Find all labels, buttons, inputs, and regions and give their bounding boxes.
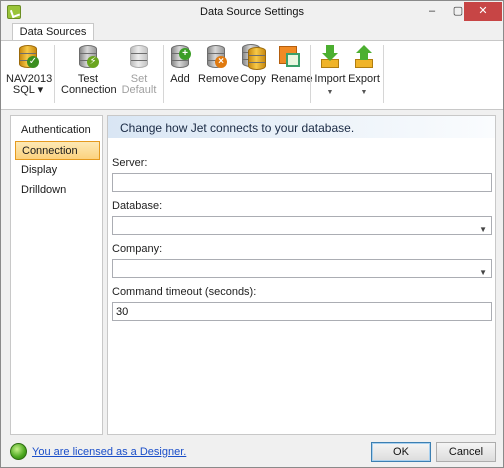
export-dropdown-icon[interactable]: ▼ (348, 87, 380, 98)
copy-button[interactable]: Copy (239, 44, 267, 85)
title-bar: Data Source Settings ‒ ▢ ✕ (1, 1, 503, 23)
nav2013-sql-button[interactable]: ✓ NAV2013 SQL ▾ (6, 44, 52, 96)
connection-label: Connection (61, 84, 117, 96)
rename-button[interactable]: Rename (271, 44, 313, 85)
export-icon (351, 44, 377, 70)
database-label: Database: (112, 200, 163, 212)
copy-label: Copy (240, 73, 266, 85)
cancel-button[interactable]: Cancel (436, 442, 496, 462)
import-icon (317, 44, 343, 70)
rename-icon (276, 44, 302, 70)
server-label: Server: (112, 157, 148, 169)
nav-item-display[interactable]: Display (15, 161, 100, 180)
rename-label: Rename (271, 73, 313, 85)
command-timeout-label: Command timeout (seconds): (112, 286, 257, 298)
database-copy-icon (240, 44, 266, 70)
company-dropdown[interactable]: ▼ (112, 259, 492, 278)
nav-item-authentication[interactable]: Authentication (15, 121, 100, 140)
remove-label: Remove (198, 73, 239, 85)
database-check-icon: ✓ (15, 44, 41, 70)
license-link[interactable]: You are licensed as a Designer. (32, 446, 186, 458)
set-default-button[interactable]: Set Default (119, 44, 159, 96)
default-label: Default (121, 84, 157, 96)
database-remove-icon: × (203, 44, 229, 70)
add-button[interactable]: + Add (167, 44, 193, 85)
test-connection-button[interactable]: ⚡ Test Connection (61, 44, 117, 96)
panel-header-text: Change how Jet connects to your database… (120, 121, 355, 135)
data-source-settings-window: Data Source Settings ‒ ▢ ✕ Data Sources … (0, 0, 504, 468)
command-timeout-input[interactable] (112, 302, 492, 321)
panel-header: Change how Jet connects to your database… (108, 116, 495, 138)
company-label: Company: (112, 243, 163, 255)
nav-item-connection[interactable]: Connection (15, 141, 100, 160)
ok-button[interactable]: OK (371, 442, 431, 462)
ribbon-separator (310, 45, 311, 103)
database-dropdown[interactable]: ▼ (112, 216, 492, 235)
server-input[interactable] (112, 173, 492, 192)
license-status-icon (10, 443, 27, 460)
database-test-icon: ⚡ (75, 44, 101, 70)
close-button[interactable]: ✕ (464, 2, 502, 21)
export-button[interactable]: Export ▼ (348, 44, 380, 98)
export-label: Export (348, 73, 380, 85)
remove-button[interactable]: × Remove (198, 44, 239, 85)
sql-label: SQL ▾ (12, 84, 44, 96)
chevron-down-icon[interactable]: ▼ (479, 221, 487, 238)
ribbon-tabstrip: Data Sources (1, 23, 503, 42)
settings-nav: Authentication Connection Display Drilld… (10, 115, 103, 435)
chevron-down-icon[interactable]: ▼ (479, 264, 487, 281)
connection-panel: Change how Jet connects to your database… (107, 115, 496, 435)
status-bar: You are licensed as a Designer. OK Cance… (1, 437, 503, 467)
import-label: Import (314, 73, 346, 85)
nav-item-drilldown[interactable]: Drilldown (15, 181, 100, 200)
ribbon-separator (383, 45, 384, 103)
import-dropdown-icon[interactable]: ▼ (314, 87, 346, 98)
ribbon-separator (54, 45, 55, 103)
content-area: Authentication Connection Display Drilld… (1, 111, 503, 437)
import-button[interactable]: Import ▼ (314, 44, 346, 98)
ribbon: ✓ NAV2013 SQL ▾ ⚡ Test Connection Set De… (1, 40, 503, 110)
minimize-button[interactable]: ‒ (419, 2, 445, 21)
add-label: Add (170, 73, 190, 85)
database-add-icon: + (167, 44, 193, 70)
database-default-icon (126, 44, 152, 70)
ribbon-separator (163, 45, 164, 103)
